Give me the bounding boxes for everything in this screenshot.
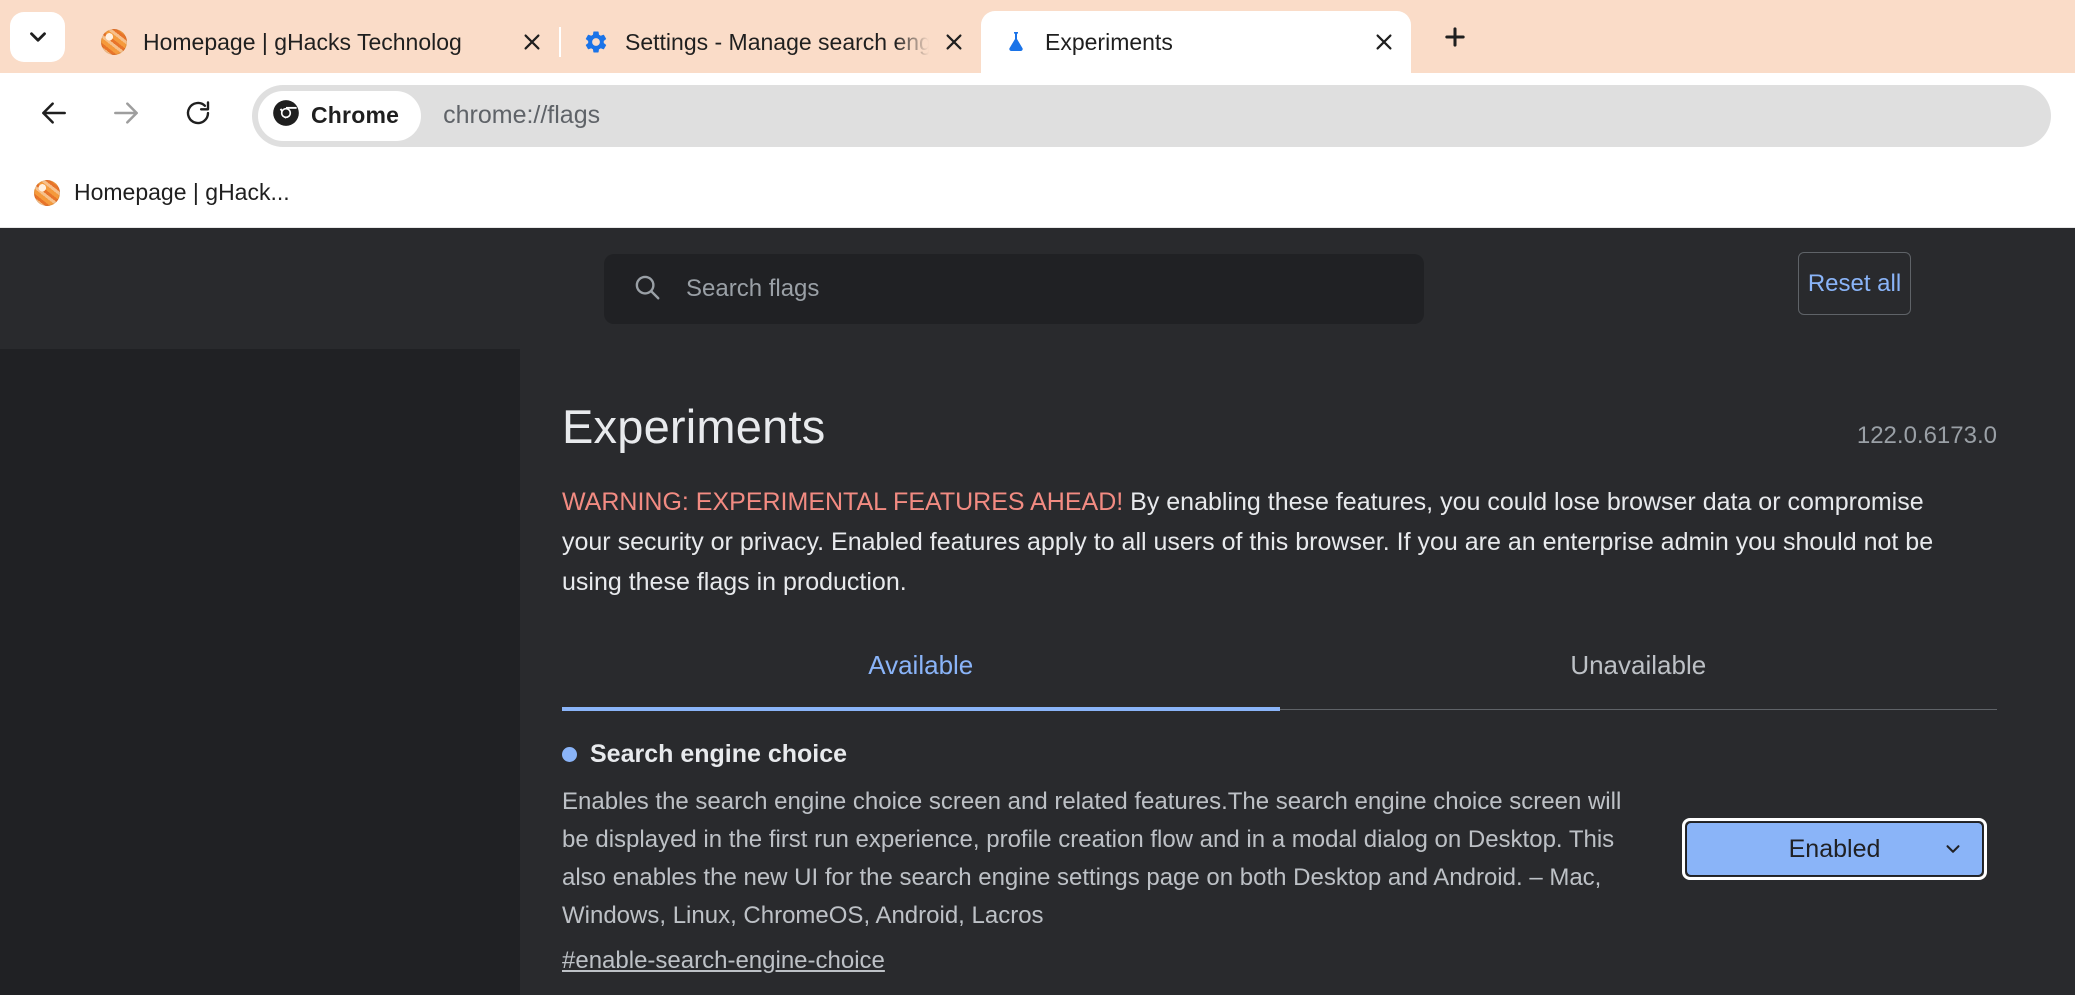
search-flags-input[interactable] [686, 275, 1424, 303]
browser-tab-2-close-button[interactable] [1363, 21, 1405, 63]
search-flags-container[interactable] [604, 254, 1424, 324]
flags-header: Reset all [0, 228, 2075, 349]
forward-arrow-icon [110, 97, 142, 134]
chrome-flags-page: Reset all Experiments 122.0.6173.0 WARNI… [0, 228, 2075, 995]
browser-tab-2-title: Experiments [1045, 29, 1359, 56]
flags-body: Experiments 122.0.6173.0 WARNING: EXPERI… [0, 349, 2075, 995]
chevron-down-icon [1942, 838, 1964, 860]
flags-main-content: Experiments 122.0.6173.0 WARNING: EXPERI… [520, 349, 2075, 995]
flag-control-block: Enabled [1682, 818, 1987, 880]
plus-icon [1441, 23, 1469, 56]
flag-description: Enables the search engine choice screen … [562, 783, 1652, 935]
chrome-chip-label: Chrome [311, 102, 399, 129]
browser-tab-2[interactable]: Experiments [981, 11, 1411, 73]
address-bar[interactable]: Chrome chrome://flags [252, 85, 2051, 147]
gear-icon [583, 29, 609, 55]
flag-title-row: Search engine choice [562, 740, 1652, 769]
experimental-warning: WARNING: EXPERIMENTAL FEATURES AHEAD! By… [562, 482, 1962, 602]
bookmark-item-0[interactable]: Homepage | gHack... [22, 171, 302, 214]
chrome-logo-icon [272, 99, 300, 132]
page-title: Experiments [562, 399, 825, 454]
flags-title-row: Experiments 122.0.6173.0 [562, 399, 1997, 454]
reload-button[interactable] [168, 86, 228, 146]
tab-search-button[interactable] [10, 12, 65, 62]
chrome-version-label: 122.0.6173.0 [1857, 422, 1997, 450]
flag-state-select[interactable]: Enabled [1686, 822, 1983, 876]
ghacks-favicon [101, 29, 127, 55]
browser-tab-0-title: Homepage | gHacks Technolog [143, 29, 507, 56]
flags-tab-bar: Available Unavailable [562, 650, 1997, 710]
forward-button[interactable] [96, 86, 156, 146]
flag-name: Search engine choice [590, 740, 847, 769]
back-arrow-icon [38, 97, 70, 134]
flag-permalink[interactable]: #enable-search-engine-choice [562, 947, 885, 975]
flag-modified-dot-icon [562, 747, 577, 762]
flags-left-rail [0, 349, 520, 995]
chevron-down-icon [25, 24, 51, 50]
search-icon [632, 272, 662, 307]
browser-toolbar: Chrome chrome://flags [0, 73, 2075, 158]
new-tab-button[interactable] [1429, 13, 1481, 65]
flag-state-value: Enabled [1789, 835, 1881, 864]
flag-select-focus-ring: Enabled [1682, 818, 1987, 880]
back-button[interactable] [24, 86, 84, 146]
browser-tab-0[interactable]: Homepage | gHacks Technolog [79, 11, 559, 73]
browser-tab-1-title: Settings - Manage search engi [625, 29, 929, 56]
warning-headline: WARNING: EXPERIMENTAL FEATURES AHEAD! [562, 488, 1123, 516]
reload-icon [183, 98, 213, 133]
tab-unavailable[interactable]: Unavailable [1280, 650, 1998, 709]
chrome-scheme-chip[interactable]: Chrome [258, 91, 421, 141]
browser-tab-1-close-button[interactable] [933, 21, 975, 63]
tab-strip: Homepage | gHacks Technolog Settings - M… [0, 0, 2075, 73]
address-bar-url: chrome://flags [443, 101, 600, 130]
browser-tab-1[interactable]: Settings - Manage search engi [561, 11, 981, 73]
flag-text-block: Search engine choice Enables the search … [562, 740, 1682, 975]
tab-available[interactable]: Available [562, 650, 1280, 709]
browser-tab-0-close-button[interactable] [511, 21, 553, 63]
flag-row-search-engine-choice: Search engine choice Enables the search … [562, 740, 1997, 975]
bookmark-item-0-label: Homepage | gHack... [74, 179, 290, 206]
flask-icon [1003, 29, 1029, 55]
ghacks-favicon [34, 180, 60, 206]
reset-all-button[interactable]: Reset all [1798, 252, 1911, 315]
bookmarks-bar: Homepage | gHack... [0, 158, 2075, 228]
